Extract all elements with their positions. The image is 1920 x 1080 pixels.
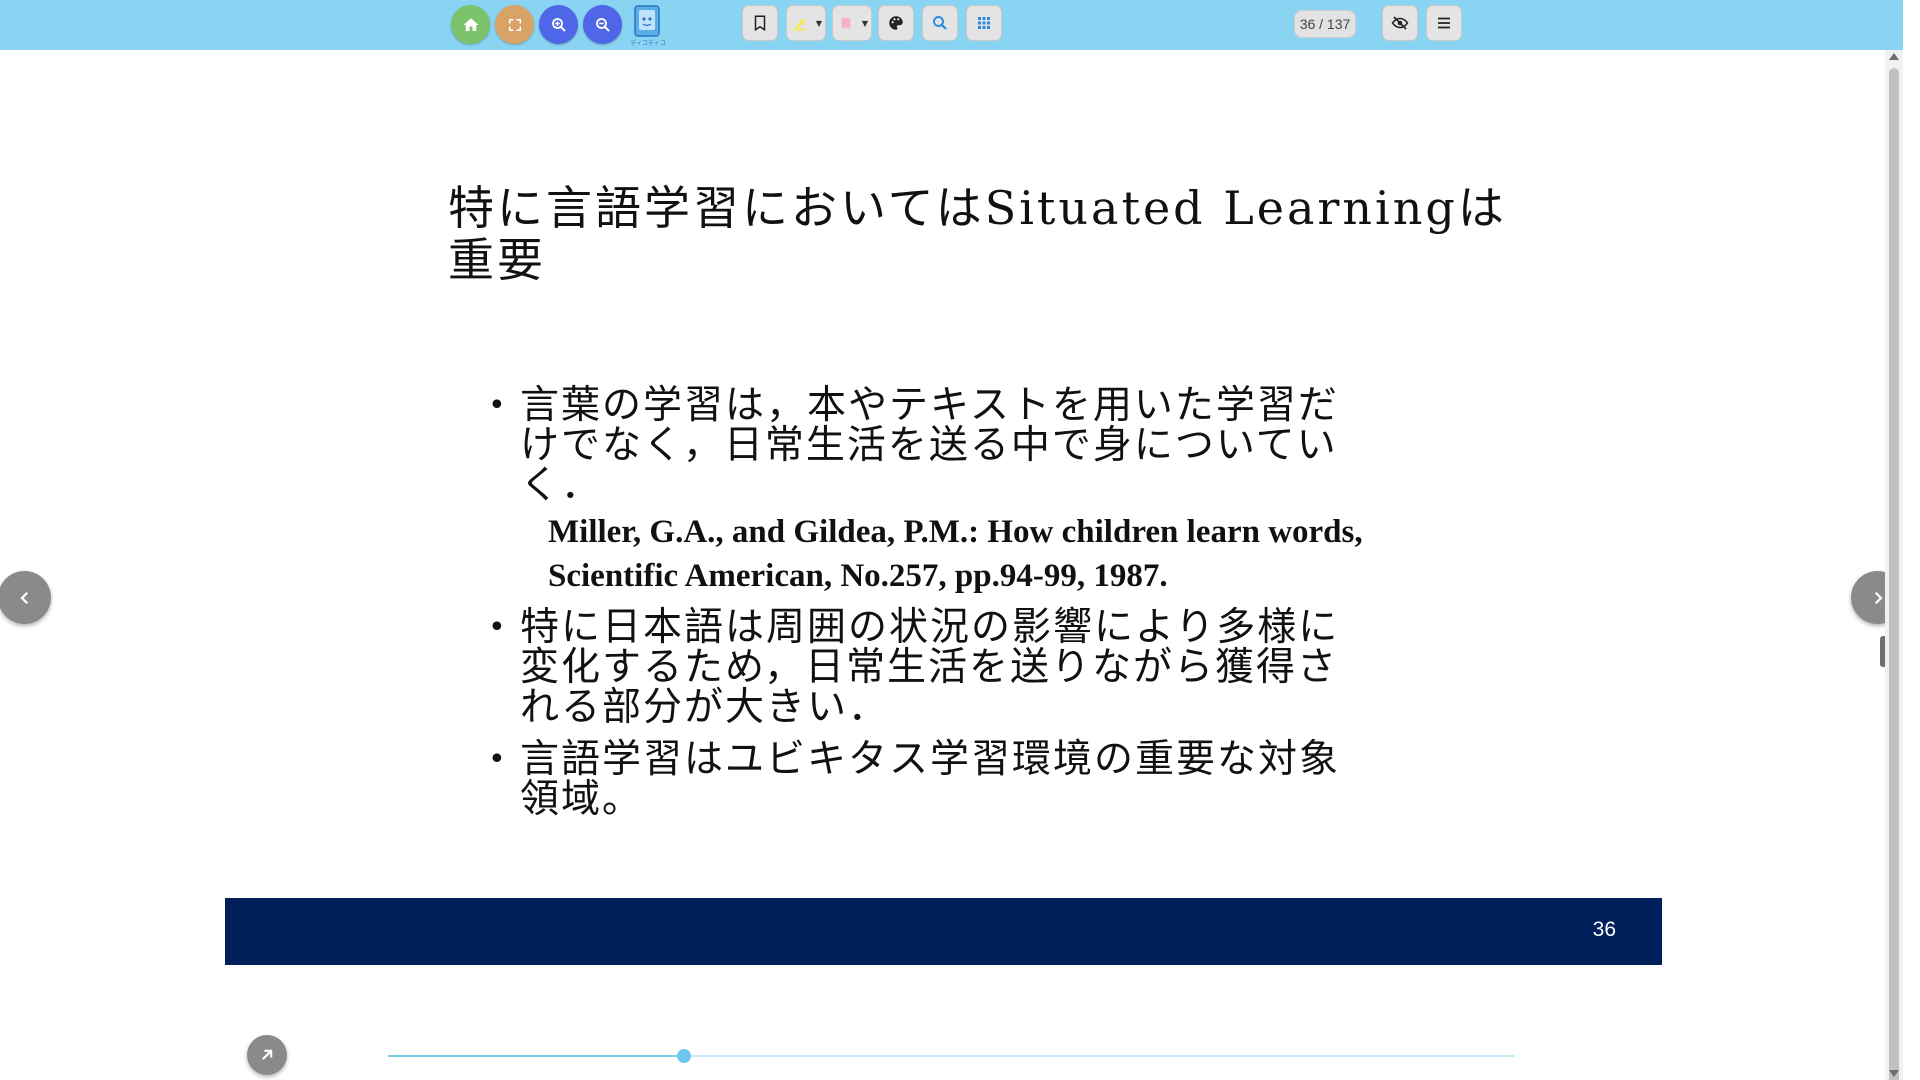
fullscreen-button[interactable] <box>495 5 534 44</box>
zoom-out-button[interactable] <box>583 5 622 44</box>
eraser-tool[interactable]: ▼ <box>832 5 872 41</box>
eye-off-icon <box>1391 16 1409 30</box>
viewer-root: ディコディコ ▼ ▼ 36 / 137 特に言語学習においてはSituated … <box>0 0 1920 1080</box>
highlighter-icon <box>794 18 806 31</box>
search-icon <box>933 16 947 30</box>
hide-toolbar-button[interactable] <box>1382 5 1418 41</box>
bullet-item: • 言語学習はユビキタス学習環境の重要な対象領域。 <box>488 740 1368 820</box>
bullet-item: • 言葉の学習は，本やテキストを用いた学習だけでなく，日常生活を送る中で身につい… <box>488 386 1368 506</box>
logo-text: ディコディコ <box>630 39 665 47</box>
bullet-text: 言語学習はユビキタス学習環境の重要な対象領域。 <box>520 737 1341 822</box>
palette-button[interactable] <box>878 5 914 41</box>
thumbnails-button[interactable] <box>966 5 1002 41</box>
bullet-dot: • <box>488 388 508 423</box>
page-counter[interactable]: 36 / 137 <box>1294 10 1356 38</box>
citation: Miller, G.A., and Gildea, P.M.: How chil… <box>548 514 1363 594</box>
palette-icon <box>889 16 903 30</box>
expand-button[interactable] <box>247 1035 287 1075</box>
zoom-in-button[interactable] <box>539 5 578 44</box>
vertical-scrollbar[interactable] <box>1885 50 1903 1080</box>
highlighter-swatch[interactable] <box>787 6 813 40</box>
scroll-down-arrow[interactable] <box>1889 1070 1899 1077</box>
slide-title: 特に言語学習においてはSituated Learningは重要 <box>448 181 1507 287</box>
bullet-item: • 特に日本語は周囲の状況の影響により多様に変化するため，日常生活を送りながら獲… <box>488 608 1368 728</box>
progress-fill <box>388 1055 684 1057</box>
home-icon <box>463 17 478 31</box>
search-button[interactable] <box>922 5 958 41</box>
scrollbar-thumb[interactable] <box>1889 68 1899 1080</box>
hamburger-icon <box>1438 17 1450 29</box>
highlighter-tool[interactable]: ▼ <box>786 5 826 41</box>
slide-bullets: • 言葉の学習は，本やテキストを用いた学習だけでなく，日常生活を送る中で身につい… <box>488 386 1368 820</box>
chevron-left-icon <box>19 591 28 604</box>
zoom-out-icon <box>595 17 610 32</box>
menu-button[interactable] <box>1426 5 1462 41</box>
window-edge <box>1903 0 1920 1080</box>
eraser-swatch[interactable] <box>833 6 859 40</box>
top-toolbar: ディコディコ ▼ ▼ 36 / 137 <box>0 0 1903 50</box>
eraser-icon <box>841 17 851 29</box>
page-progress-slider[interactable] <box>388 1049 1514 1063</box>
chevron-right-icon <box>1874 591 1883 604</box>
app-logo: ディコディコ <box>630 5 666 47</box>
bullet-dot: • <box>488 742 508 777</box>
bookmark-button[interactable] <box>742 5 778 41</box>
eraser-dropdown[interactable]: ▼ <box>859 6 871 40</box>
progress-handle[interactable] <box>676 1049 691 1063</box>
fullscreen-icon <box>508 18 521 31</box>
slide-footer: 36 <box>225 898 1662 965</box>
home-button[interactable] <box>451 5 490 44</box>
zoom-in-icon <box>551 17 566 32</box>
arrow-up-right-icon <box>262 1049 273 1060</box>
highlighter-dropdown[interactable]: ▼ <box>813 6 825 40</box>
previous-page-button[interactable] <box>0 571 51 624</box>
bookmark-icon <box>754 15 766 32</box>
bullet-dot: • <box>488 610 508 645</box>
bullet-text: 言葉の学習は，本やテキストを用いた学習だけでなく，日常生活を送る中で身についてい… <box>520 383 1339 508</box>
scroll-up-arrow[interactable] <box>1889 53 1899 60</box>
slide-number: 36 <box>1592 918 1616 941</box>
bullet-text: 特に日本語は周囲の状況の影響により多様に変化するため，日常生活を送りながら獲得さ… <box>520 605 1340 730</box>
grid-icon <box>978 17 990 29</box>
